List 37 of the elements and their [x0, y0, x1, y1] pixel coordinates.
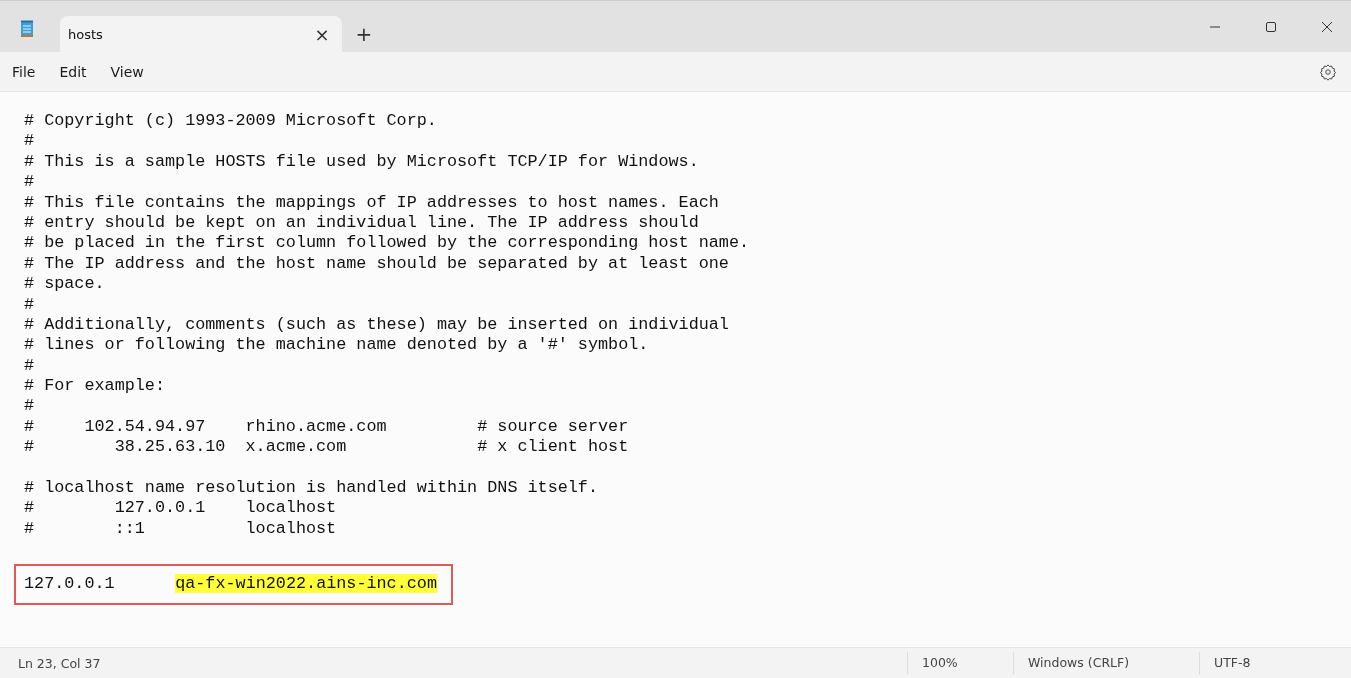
host-name: qa-fx-win2022.ains-inc.com — [175, 573, 437, 593]
text-line: # 127.0.0.1 localhost — [24, 498, 337, 519]
text-line: # ::1 localhost — [24, 518, 337, 540]
tab-title: hosts — [68, 26, 104, 42]
line-ending[interactable]: Windows (CRLF) — [1013, 652, 1199, 674]
menu-item[interactable]: View — [106, 59, 156, 84]
text-line: # lines or following the machine name denoted by a '#' symbol. — [24, 335, 649, 356]
text-line: # Additionally, comments (such as these) may be inserted on individual — [24, 314, 729, 336]
text-line: # space. — [24, 274, 105, 295]
text-line: # — [24, 355, 35, 377]
text-line: # 38.25.63.10 x.acme.com # x client host — [24, 437, 629, 458]
file-tab[interactable]: hosts × — [60, 16, 342, 52]
maximize-icon[interactable] — [1265, 20, 1277, 33]
text-line: # — [24, 396, 35, 417]
new-tab-button[interactable]: + — [342, 16, 386, 52]
menu-item[interactable]: Edit — [55, 59, 99, 84]
cursor-position: Ln 23, Col 37 — [17, 655, 101, 671]
text-line: # — [24, 172, 35, 193]
text-line: # — [24, 294, 35, 315]
close-icon[interactable] — [1321, 20, 1333, 33]
text-line: # be placed in the first column followed by the corresponding host name. — [24, 233, 750, 254]
zoom-level[interactable]: 100% — [907, 652, 1013, 674]
menu-item[interactable]: File — [8, 59, 48, 84]
text-line: # For example: — [24, 376, 165, 397]
text-line: # localhost name resolution is handled within DNS itself. — [24, 478, 598, 499]
encoding[interactable]: UTF-8 — [1199, 652, 1351, 674]
text-line: # — [24, 131, 35, 152]
notepad-icon — [20, 19, 34, 38]
text-line: # This is a sample HOSTS file used by Microsoft TCP/IP for Windows. — [24, 151, 699, 173]
text-line: # Copyright (c) 1993-2009 Microsoft Corp. — [24, 111, 437, 132]
close-tab-button[interactable]: × — [302, 19, 342, 49]
text-line: # This file contains the mappings of IP addresses to host names. Each — [24, 192, 719, 213]
text-line: # The IP address and the host name should be separated by at least one — [24, 253, 729, 275]
settings-icon[interactable] — [1319, 62, 1337, 81]
text-line: # entry should be kept on an individual line. The IP address should — [24, 212, 699, 234]
text-line: # 102.54.94.97 rhino.acme.com # source server — [24, 416, 629, 438]
ip-address: 127.0.0.1 — [24, 573, 115, 593]
